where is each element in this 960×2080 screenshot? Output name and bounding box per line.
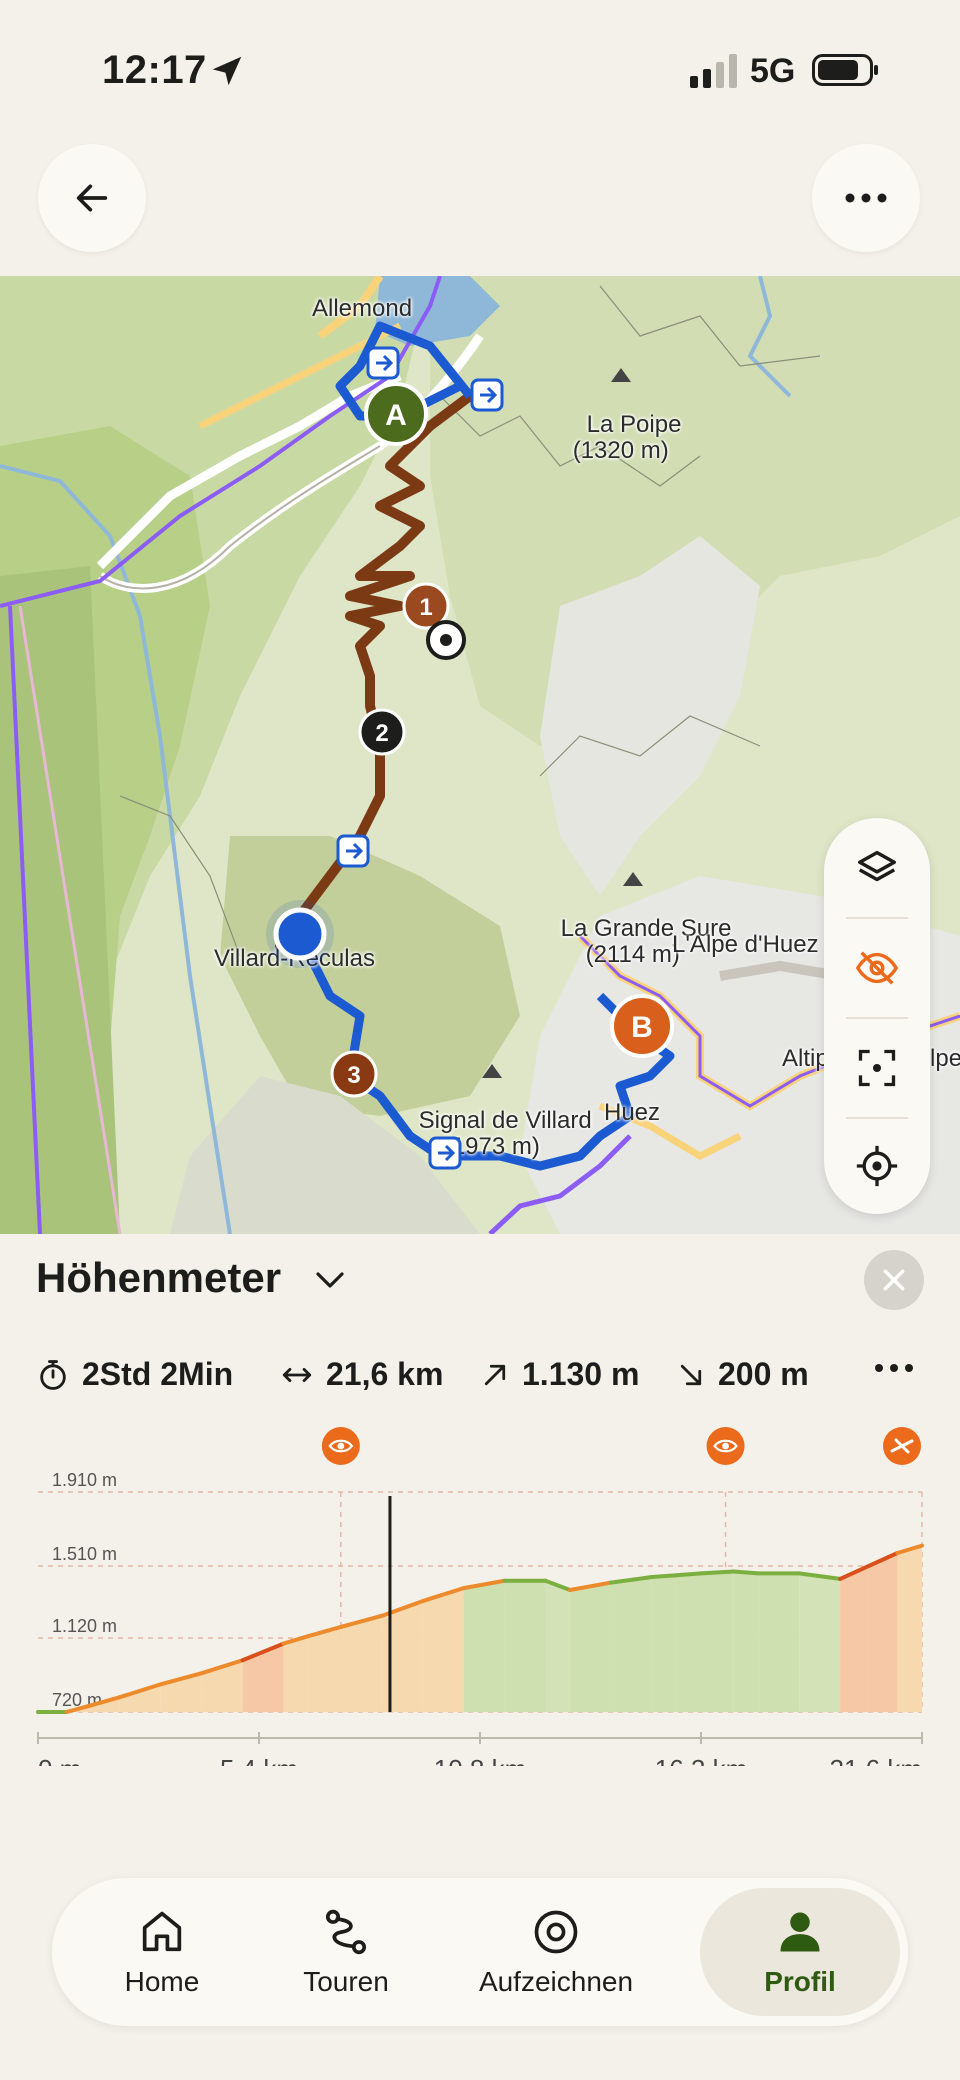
status-time: 12:17 — [102, 48, 207, 92]
elevation-area-segment — [868, 1553, 898, 1712]
tab-profil[interactable]: Profil — [700, 1888, 900, 2016]
stopwatch-icon — [40, 1359, 66, 1390]
elevation-area-segment — [570, 1582, 611, 1712]
tour-stats: 2Std 2Min 21,6 km 1.130 m 200 m — [36, 1348, 926, 1408]
panel-title[interactable]: Höhenmeter — [36, 1254, 281, 1302]
svg-text:A: A — [385, 399, 407, 432]
direction-arrow-icon — [428, 1136, 462, 1170]
chevron-down-icon[interactable] — [314, 1270, 346, 1290]
tab-label: Aufzeichnen — [478, 1966, 634, 1997]
stat-ascent: 1.130 m — [480, 1356, 639, 1393]
route-markers: A B 1 2 3 — [266, 346, 674, 1170]
direction-arrow-icon — [470, 378, 504, 412]
hide-overlay-button[interactable] — [824, 918, 930, 1018]
ascent-arrow-icon — [484, 1364, 506, 1385]
close-panel-button[interactable] — [864, 1250, 924, 1310]
elevation-chart[interactable]: 720 m1.120 m1.510 m1.910 m0 m5,4 km10,8 … — [0, 1406, 960, 1766]
stat-descent: 200 m — [676, 1356, 809, 1393]
map-tools-panel — [824, 818, 930, 1214]
elevation-area-segment — [840, 1565, 869, 1712]
status-bar: 12:17 5G — [0, 0, 960, 140]
elevation-area-segment — [610, 1577, 652, 1712]
location-arrow-icon — [212, 56, 242, 86]
arrow-left-icon — [76, 184, 108, 212]
elevation-area-segment — [651, 1575, 677, 1712]
elevation-area-segment — [463, 1580, 505, 1712]
eye-icon-pupil — [722, 1442, 729, 1450]
stat-distance: 21,6 km — [280, 1356, 443, 1393]
elevation-line-segment — [699, 1569, 736, 1576]
elevation-area-segment — [340, 1615, 382, 1712]
focus-route-button[interactable] — [824, 1018, 930, 1118]
y-tick-label: 1.910 m — [52, 1470, 117, 1490]
x-tick-label: 21,6 km — [830, 1754, 923, 1766]
map-view[interactable]: Allemond La Poipe (1320 m) La Grande Sur… — [0, 276, 960, 1234]
elevation-area-segment — [504, 1580, 546, 1712]
tab-touren[interactable]: Touren — [266, 1878, 426, 2026]
layers-icon — [858, 850, 896, 882]
elevation-area-segment — [701, 1571, 734, 1712]
route-icon — [325, 1909, 367, 1955]
svg-text:1: 1 — [419, 594, 432, 621]
svg-text:2: 2 — [375, 720, 388, 747]
elevation-area-segment — [758, 1573, 800, 1712]
tab-aufzeichnen[interactable]: Aufzeichnen — [456, 1878, 656, 2026]
elevation-area-segment — [308, 1626, 341, 1712]
x-tick-label: 10,8 km — [434, 1754, 527, 1766]
elevation-line-segment — [731, 1569, 761, 1576]
svg-text:B: B — [631, 1011, 653, 1044]
elevation-area-segment — [119, 1684, 161, 1712]
elevation-area-segment — [545, 1580, 571, 1712]
layers-button[interactable] — [824, 818, 930, 918]
network-type: 5G — [750, 52, 796, 90]
distance-arrows-icon — [282, 1367, 312, 1382]
descent-arrow-icon — [680, 1364, 702, 1385]
eye-off-icon — [855, 951, 899, 985]
close-icon — [883, 1269, 905, 1291]
elevation-area-segment — [733, 1571, 759, 1712]
y-tick-label: 1.120 m — [52, 1616, 117, 1636]
focus-icon — [858, 1049, 896, 1087]
elevation-line-segment — [674, 1571, 703, 1578]
cellular-signal-icon — [690, 54, 737, 88]
tab-home[interactable]: Home — [82, 1878, 242, 2026]
waypoint-3-marker[interactable]: 3 — [330, 1050, 378, 1098]
stats-more-icon[interactable] — [874, 1362, 914, 1374]
end-marker[interactable]: B — [610, 994, 674, 1058]
x-tick-label: 0 m — [38, 1754, 81, 1766]
current-location-dot — [266, 900, 334, 968]
waypoint-2-marker[interactable]: 2 — [358, 708, 406, 756]
home-icon — [142, 1911, 182, 1952]
tab-label: Profil — [764, 1966, 836, 1997]
elevation-area-segment — [283, 1636, 309, 1712]
eye-icon-pupil — [337, 1442, 345, 1450]
x-tick-label: 5,4 km — [220, 1754, 298, 1766]
elevation-area-segment — [422, 1588, 464, 1712]
record-icon — [534, 1910, 578, 1954]
start-marker[interactable]: A — [364, 382, 428, 446]
target-icon[interactable] — [426, 620, 466, 660]
x-tick-label: 16,2 km — [655, 1754, 748, 1766]
more-options-button[interactable] — [812, 144, 920, 252]
locate-icon — [856, 1145, 898, 1187]
direction-arrow-icon — [336, 834, 370, 868]
elevation-area-segment — [897, 1545, 922, 1712]
direction-arrow-icon — [366, 346, 400, 380]
elevation-area-segment — [799, 1573, 841, 1712]
locate-me-button[interactable] — [824, 1116, 930, 1216]
battery-icon — [812, 54, 878, 86]
y-tick-label: 1.510 m — [52, 1544, 117, 1564]
stat-duration: 2Std 2Min — [36, 1356, 233, 1393]
bottom-tab-bar: Home Touren Aufzeichnen Profil — [52, 1878, 908, 2026]
elevation-area-segment — [676, 1573, 701, 1712]
tab-label: Touren — [303, 1966, 389, 1997]
elevation-area-segment — [381, 1601, 423, 1712]
svg-text:3: 3 — [347, 1062, 360, 1089]
elevation-line-segment — [649, 1573, 679, 1580]
ellipsis-icon — [845, 193, 887, 203]
tab-label: Home — [124, 1966, 200, 1997]
profile-icon — [780, 1912, 820, 1952]
back-button[interactable] — [38, 144, 146, 252]
